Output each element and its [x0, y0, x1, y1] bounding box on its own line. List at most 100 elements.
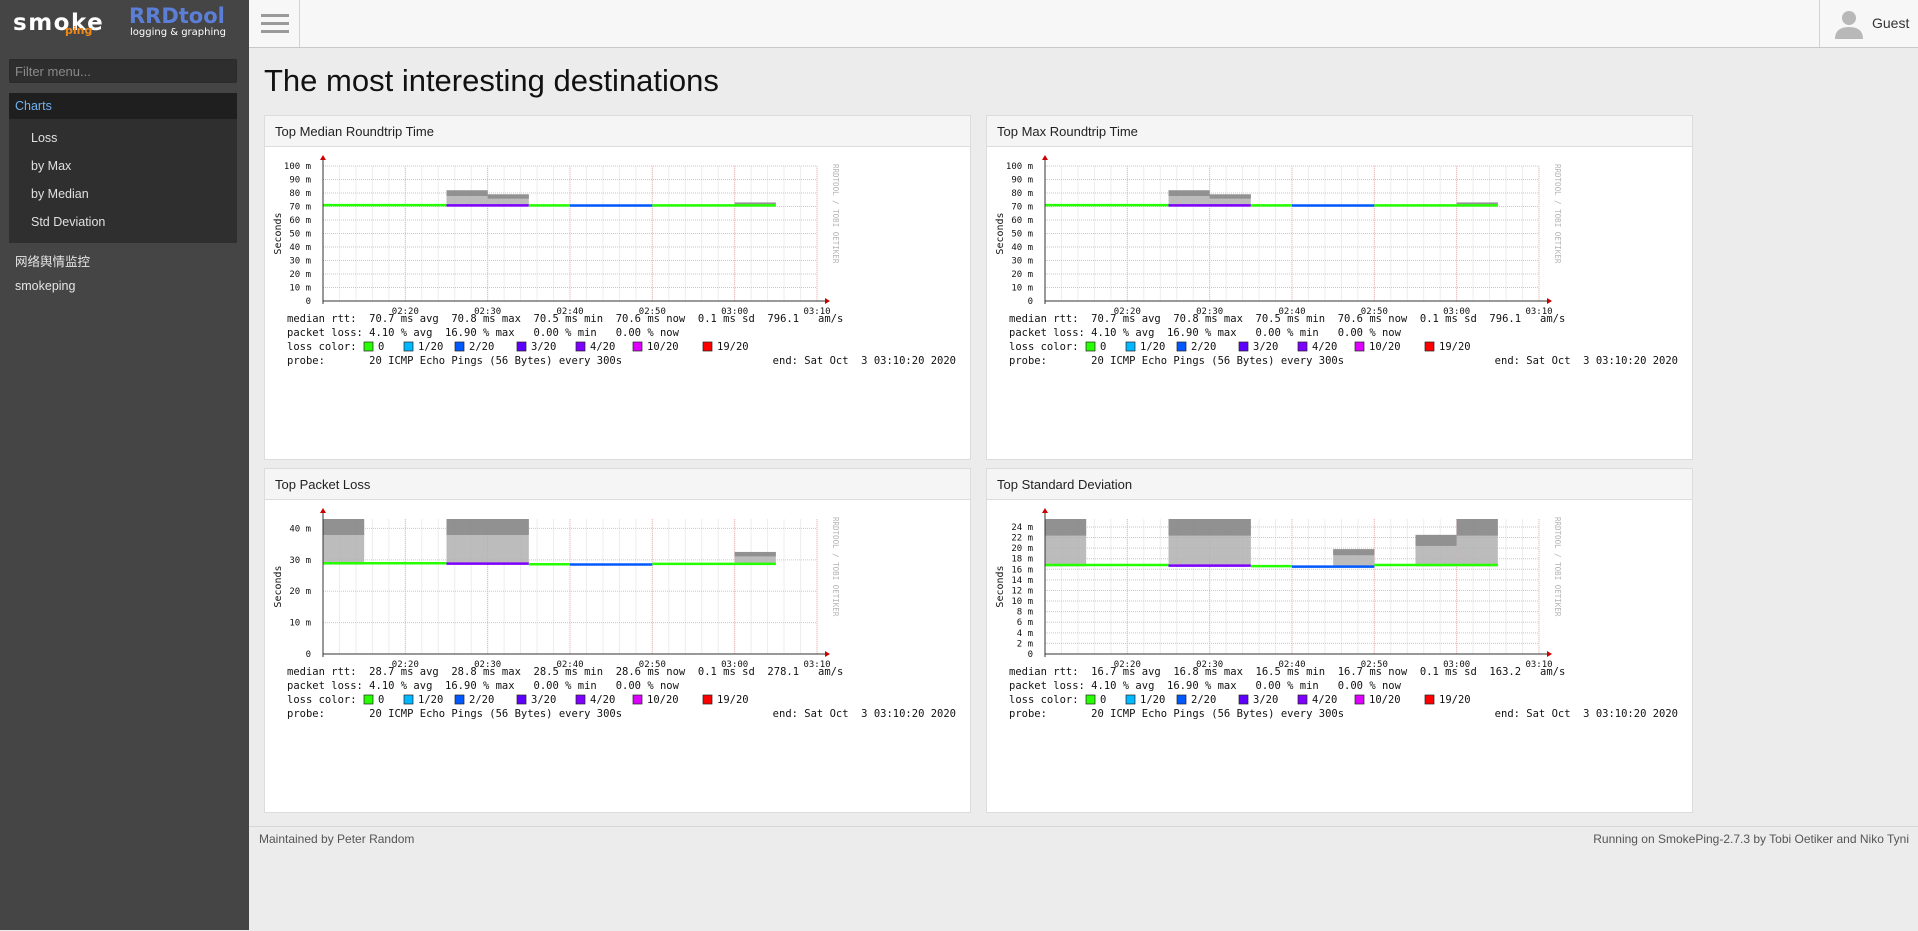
rrdtool-watermark: RRDTOOL / TOBI OETIKER: [831, 517, 840, 617]
loss-color-label: 19/20: [717, 694, 749, 706]
y-axis-arrow: [1042, 155, 1048, 160]
loss-color-swatch: [1297, 694, 1308, 705]
y-tick-label: 60 m: [289, 216, 311, 226]
y-tick-label: 40 m: [289, 243, 311, 253]
menu-item-smokeping[interactable]: smokeping: [15, 279, 75, 293]
loss-color-label: 10/20: [1369, 694, 1401, 706]
legend-end-time: end: Sat Oct 3 03:10:20 2020: [773, 355, 956, 367]
footer: Maintained by Peter Random Running on Sm…: [249, 826, 1918, 931]
loss-color-swatch: [403, 341, 414, 352]
loss-color-label: 0: [378, 694, 384, 706]
menu-item-network[interactable]: 网络舆情监控: [15, 251, 90, 270]
loss-color-label: 10/20: [1369, 341, 1401, 353]
y-tick-label: 80 m: [289, 189, 311, 199]
y-tick-label: 50 m: [1011, 230, 1033, 240]
loss-color-label: 4/20: [1312, 341, 1337, 353]
loss-color-swatch: [403, 694, 414, 705]
legend-loss-color-label: loss color:: [287, 341, 357, 353]
user-menu[interactable]: Guest: [1819, 0, 1918, 47]
footer-version: Running on SmokePing-2.7.3 by Tobi Oetik…: [1593, 832, 1909, 846]
y-axis-label: Seconds: [273, 212, 284, 254]
y-tick-label: 40 m: [289, 524, 311, 534]
x-axis-arrow: [1547, 298, 1552, 304]
chart-title: Top Standard Deviation: [997, 477, 1133, 492]
loss-color-label: 3/20: [1253, 341, 1278, 353]
smoke-bar-core: [1456, 202, 1498, 204]
legend-probe: probe: 20 ICMP Echo Pings (56 Bytes) eve…: [287, 708, 622, 720]
x-axis-arrow: [825, 298, 830, 304]
menu-item-by-median[interactable]: by Median: [31, 187, 89, 201]
loss-color-label: 19/20: [1439, 694, 1471, 706]
legend-loss-color-label: loss color:: [1009, 341, 1079, 353]
chart-panel: Top Packet Loss 0 10 m 20 m 30 m 40 m 02:20 02…: [264, 468, 971, 813]
menu-charts[interactable]: Charts: [9, 93, 237, 119]
y-tick-label: 30 m: [289, 556, 311, 566]
x-axis-arrow: [825, 651, 830, 657]
loss-color-label: 0: [378, 341, 384, 353]
loss-color-swatch: [1085, 341, 1096, 352]
loss-color-label: 19/20: [1439, 341, 1471, 353]
y-tick-label: 20 m: [1011, 544, 1033, 554]
smoke-bar-core: [1456, 519, 1498, 536]
hamburger-menu-button[interactable]: [249, 0, 300, 47]
smoke-bar-core: [1168, 519, 1251, 536]
y-tick-label: 70 m: [289, 203, 311, 213]
y-tick-label: 100 m: [1006, 162, 1033, 172]
y-tick-label: 18 m: [1011, 555, 1033, 565]
loss-color-swatch: [363, 694, 374, 705]
filter-menu-input[interactable]: [9, 59, 237, 83]
y-axis-label: Seconds: [995, 212, 1006, 254]
legend-end-time: end: Sat Oct 3 03:10:20 2020: [1495, 355, 1678, 367]
y-tick-label: 20 m: [1011, 270, 1033, 280]
menu-item-loss[interactable]: Loss: [31, 131, 57, 145]
logo-rrdtool-sub: logging & graphing: [130, 27, 226, 38]
loss-color-label: 19/20: [717, 341, 749, 353]
hamburger-line: [261, 30, 289, 33]
loss-color-swatch: [632, 694, 643, 705]
loss-color-swatch: [1238, 694, 1249, 705]
smoke-bar-core: [1168, 190, 1210, 197]
legend-median: median rtt: 70.7 ms avg 70.8 ms max 70.5…: [287, 313, 843, 325]
loss-color-label: 10/20: [647, 341, 679, 353]
loss-color-label: 1/20: [1140, 341, 1165, 353]
loss-color-swatch: [1176, 694, 1187, 705]
logo-rrdtool: RRDtool: [129, 4, 225, 28]
legend-median: median rtt: 70.7 ms avg 70.8 ms max 70.5…: [1009, 313, 1565, 325]
rtt-graph[interactable]: 010 m20 m30 m40 m02:20 02:30 02:40 02:50 03:…: [271, 505, 965, 805]
smoke-bar-core: [487, 194, 529, 199]
loss-color-swatch: [1354, 341, 1365, 352]
rrdtool-watermark: RRDTOOL / TOBI OETIKER: [831, 164, 840, 264]
menu-item-by-max[interactable]: by Max: [31, 159, 71, 173]
rtt-graph[interactable]: 0 10 m 20 m 30 m 40 m 50 m 60 m 70 m 80 m 90 m 100…: [271, 152, 965, 452]
smoke-bar-core: [446, 519, 529, 535]
panel-header: Top Packet Loss: [265, 469, 970, 500]
y-tick-label: 8 m: [1017, 608, 1033, 618]
legend-loss-color-label: loss color:: [1009, 694, 1079, 706]
y-axis-arrow: [320, 155, 326, 160]
y-tick-label: 10 m: [1011, 597, 1033, 607]
loss-color-label: 0: [1100, 694, 1106, 706]
hamburger-line: [261, 22, 289, 25]
logo[interactable]: smoke ping RRDtool logging & graphing: [0, 0, 249, 48]
menu-item-std-deviation[interactable]: Std Deviation: [31, 215, 105, 229]
legend-packet-loss: packet loss: 4.10 % avg 16.90 % max 0.00…: [1009, 680, 1402, 692]
logo-ping: ping: [65, 24, 92, 37]
loss-color-swatch: [1297, 341, 1308, 352]
loss-color-label: 2/20: [1191, 341, 1216, 353]
rtt-graph[interactable]: 02 m4 m6 m8 m10 m12 m14 m16 m18 m20 m22 …: [993, 505, 1687, 805]
loss-color-label: 2/20: [1191, 694, 1216, 706]
y-tick-label: 0: [306, 650, 311, 660]
loss-color-swatch: [1125, 341, 1136, 352]
y-tick-label: 22 m: [1011, 534, 1033, 544]
legend-probe: probe: 20 ICMP Echo Pings (56 Bytes) eve…: [287, 355, 622, 367]
chart-title: Top Median Roundtrip Time: [275, 124, 434, 139]
rrdtool-watermark: RRDTOOL / TOBI OETIKER: [1553, 164, 1562, 264]
rtt-graph[interactable]: 0 10 m 20 m 30 m 40 m 50 m 60 m 70 m 80 m 90 m 100…: [993, 152, 1687, 452]
y-tick-label: 24 m: [1011, 523, 1033, 533]
loss-color-label: 2/20: [469, 341, 494, 353]
y-tick-label: 0: [1028, 297, 1033, 307]
loss-color-swatch: [516, 341, 527, 352]
y-tick-label: 50 m: [289, 230, 311, 240]
y-axis-arrow: [1042, 508, 1048, 513]
y-tick-label: 80 m: [1011, 189, 1033, 199]
